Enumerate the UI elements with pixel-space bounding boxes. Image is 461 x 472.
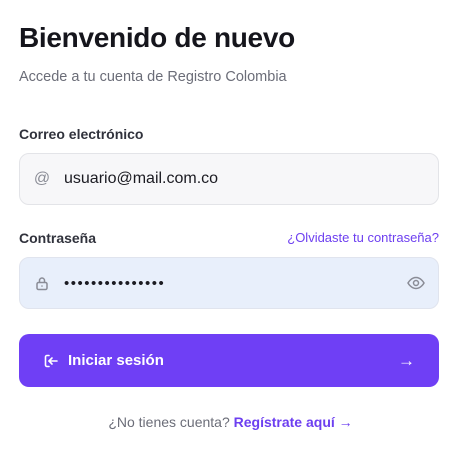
password-field[interactable] bbox=[64, 258, 394, 308]
page-subtitle: Accede a tu cuenta de Registro Colombia bbox=[19, 69, 287, 85]
login-icon bbox=[43, 353, 59, 369]
password-field-wrapper[interactable] bbox=[19, 257, 439, 309]
signup-link[interactable]: Regístrate aquí → bbox=[234, 414, 353, 430]
email-field[interactable] bbox=[64, 154, 438, 204]
lock-icon bbox=[20, 276, 64, 291]
password-label: Contraseña bbox=[19, 230, 97, 246]
signup-row: ¿No tienes cuenta? Regístrate aquí → bbox=[0, 414, 461, 430]
email-label: Correo electrónico bbox=[19, 126, 144, 142]
signup-prompt: ¿No tienes cuenta? bbox=[108, 414, 230, 430]
login-button[interactable]: Iniciar sesión → bbox=[19, 334, 439, 387]
page-title: Bienvenido de nuevo bbox=[19, 22, 295, 53]
login-button-label: Iniciar sesión bbox=[68, 352, 164, 369]
forgot-password-link[interactable]: ¿Olvidaste tu contraseña? bbox=[287, 230, 439, 245]
arrow-right-icon: → bbox=[398, 350, 415, 370]
eye-icon[interactable] bbox=[394, 276, 438, 290]
email-field-wrapper[interactable]: @ bbox=[19, 153, 439, 205]
at-icon: @ bbox=[33, 170, 51, 187]
